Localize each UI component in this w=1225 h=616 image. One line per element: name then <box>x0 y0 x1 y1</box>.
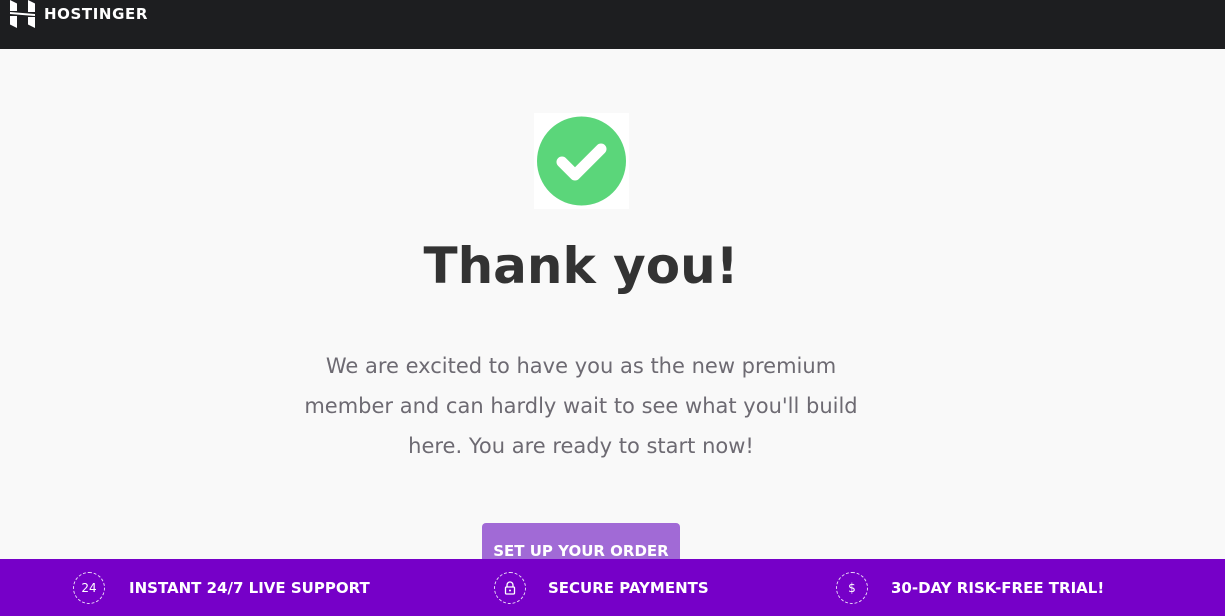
thank-you-message: We are excited to have you as the new pr… <box>304 354 858 458</box>
feature-label: SECURE PAYMENTS <box>548 578 709 597</box>
brand-name: HOSTINGER <box>44 5 148 23</box>
feature-label: 30-DAY RISK-FREE TRIAL! <box>891 578 1105 597</box>
lock-icon <box>494 571 526 604</box>
support-24-icon: 24 <box>73 571 105 604</box>
feature-label: INSTANT 24/7 LIVE SUPPORT <box>129 578 370 597</box>
dollar-icon: $ <box>836 571 868 604</box>
thank-you-title: Thank you! <box>423 237 739 295</box>
feature-risk-free-trial: $ 30-DAY RISK-FREE TRIAL! <box>836 559 1104 616</box>
hostinger-logo-icon <box>10 0 35 28</box>
page: HOSTINGER Thank you! We are excited to h… <box>0 0 1225 616</box>
feature-live-support: 24 INSTANT 24/7 LIVE SUPPORT <box>73 559 370 616</box>
top-header: HOSTINGER <box>0 0 1225 49</box>
feature-secure-payments: SECURE PAYMENTS <box>494 559 709 616</box>
success-icon-container <box>534 113 629 209</box>
hostinger-logo[interactable]: HOSTINGER <box>10 0 148 28</box>
checkmark-circle-icon <box>537 116 626 206</box>
main-content: Thank you! We are excited to have you as… <box>0 49 1225 567</box>
features-bar: 24 INSTANT 24/7 LIVE SUPPORT SECURE PAYM… <box>0 559 1225 616</box>
